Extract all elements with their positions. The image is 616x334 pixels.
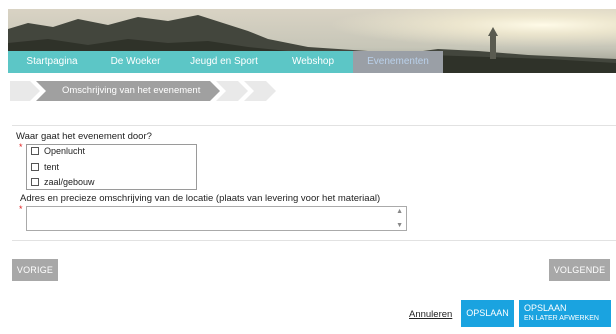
next-button[interactable]: VOLGENDE bbox=[549, 259, 610, 281]
step-last-chevron bbox=[244, 81, 276, 101]
option-tent[interactable]: tent bbox=[31, 162, 59, 172]
step-1-chevron bbox=[10, 81, 40, 101]
previous-button[interactable]: VORIGE bbox=[12, 259, 58, 281]
required-marker: * bbox=[19, 204, 23, 214]
option-label: Openlucht bbox=[44, 146, 86, 156]
address-textarea[interactable]: ▲ ▼ bbox=[26, 206, 407, 231]
location-question-label: Waar gaat het evenement door? bbox=[16, 131, 152, 142]
option-label: zaal/gebouw bbox=[44, 177, 95, 187]
required-marker: * bbox=[19, 142, 23, 152]
scroll-down-icon[interactable]: ▼ bbox=[396, 222, 403, 229]
checkbox-tent[interactable] bbox=[31, 163, 39, 171]
step-next-chevron bbox=[216, 81, 248, 101]
save-later-label: OPSLAAN bbox=[524, 303, 567, 313]
page: Startpagina De Woeker Jeugd en Sport Web… bbox=[0, 0, 616, 334]
nav-tab-de-woeker[interactable]: De Woeker bbox=[96, 51, 175, 73]
main-navigation: Startpagina De Woeker Jeugd en Sport Web… bbox=[8, 51, 443, 73]
nav-tab-startpagina[interactable]: Startpagina bbox=[8, 51, 96, 73]
checkbox-zaal-gebouw[interactable] bbox=[31, 178, 39, 186]
scroll-up-icon[interactable]: ▲ bbox=[396, 208, 403, 215]
nav-tab-webshop[interactable]: Webshop bbox=[273, 51, 353, 73]
step-indicator: Omschrijving van het evenement bbox=[10, 81, 300, 101]
finish-later-sublabel: EN LATER AFWERKEN bbox=[524, 315, 599, 322]
save-and-finish-later-button[interactable]: OPSLAAN EN LATER AFWERKEN bbox=[519, 300, 611, 327]
option-label: tent bbox=[44, 162, 60, 172]
current-step-label: Omschrijving van het evenement bbox=[62, 85, 201, 96]
cancel-link[interactable]: Annuleren bbox=[409, 309, 452, 320]
nav-tab-evenementen[interactable]: Evenementen bbox=[353, 51, 443, 73]
save-button[interactable]: OPSLAAN bbox=[461, 300, 514, 327]
option-openlucht[interactable]: Openlucht bbox=[31, 146, 85, 156]
nav-tab-jeugd-en-sport[interactable]: Jeugd en Sport bbox=[175, 51, 273, 73]
checkbox-openlucht[interactable] bbox=[31, 147, 39, 155]
option-zaal-gebouw[interactable]: zaal/gebouw bbox=[31, 177, 95, 187]
address-label: Adres en precieze omschrijving van de lo… bbox=[20, 193, 381, 204]
